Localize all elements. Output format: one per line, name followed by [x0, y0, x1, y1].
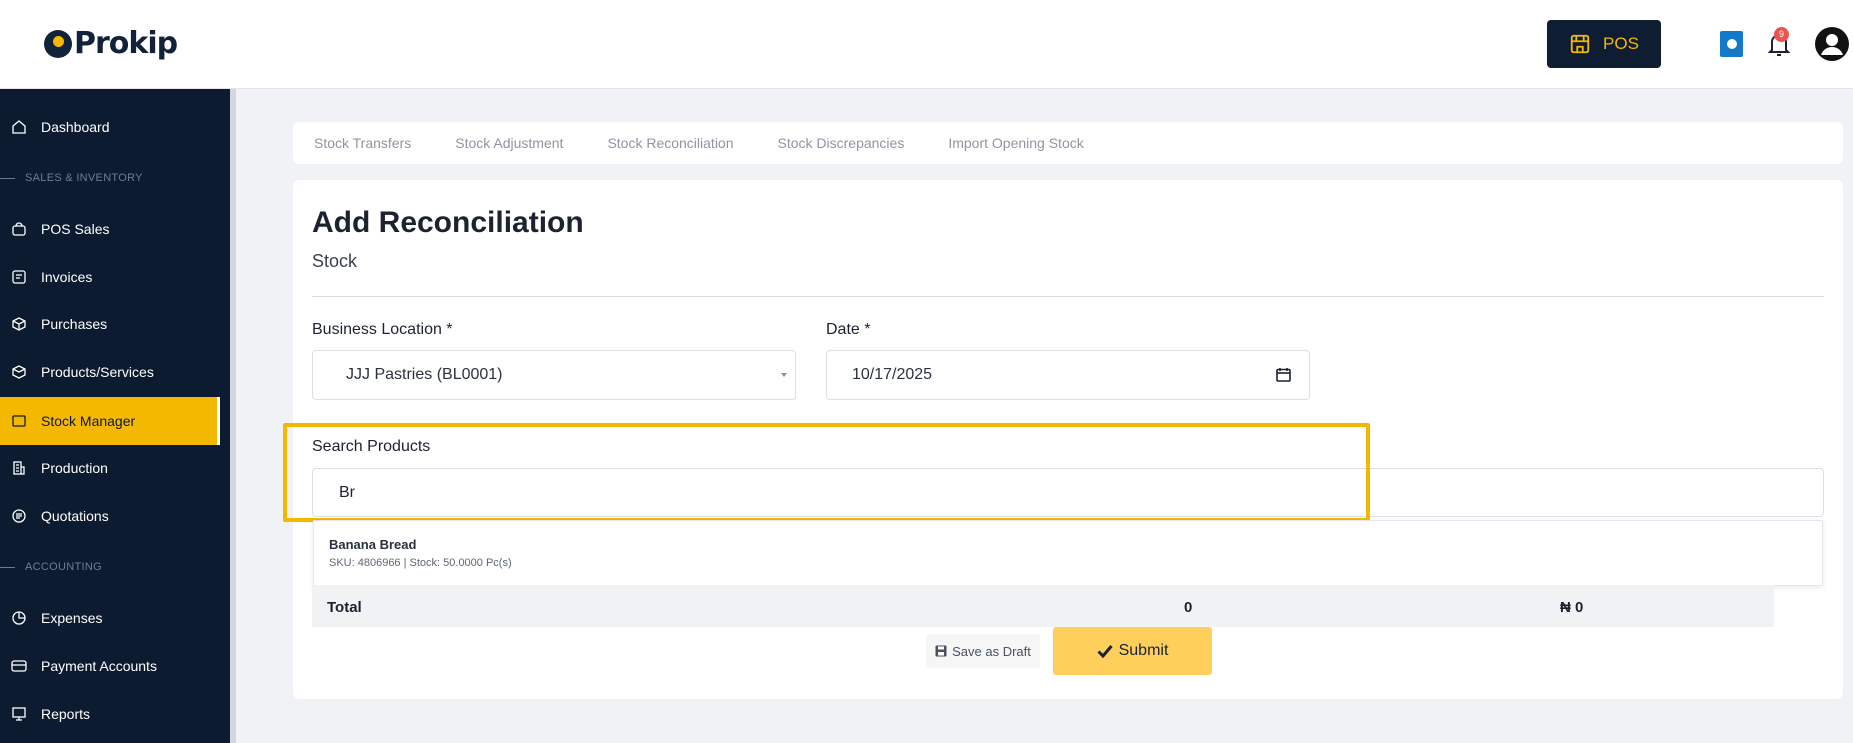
- date-label: Date *: [826, 321, 871, 338]
- date-input[interactable]: 10/17/2025: [826, 350, 1310, 400]
- save-as-draft-label: Save as Draft: [952, 643, 1031, 659]
- business-location-value: JJJ Pastries (BL0001): [346, 366, 503, 383]
- folder-icon: [11, 413, 27, 429]
- submit-label: Submit: [1118, 642, 1169, 659]
- tab-import-opening-stock[interactable]: Import Opening Stock: [948, 135, 1083, 151]
- tab-stock-transfers[interactable]: Stock Transfers: [314, 135, 411, 151]
- tab-stock-reconciliation[interactable]: Stock Reconciliation: [607, 135, 733, 151]
- search-products-label: Search Products: [312, 438, 431, 455]
- submit-button[interactable]: Submit: [1053, 627, 1212, 675]
- prokip-logo[interactable]: Prokip: [44, 26, 178, 61]
- cube-icon: [11, 364, 27, 380]
- sidebar-item-label: Expenses: [41, 610, 103, 626]
- pos-button[interactable]: POS: [1547, 20, 1661, 68]
- sidebar-item-label: Products/Services: [41, 364, 154, 380]
- sidebar-item-purchases[interactable]: Purchases: [0, 300, 220, 348]
- pie-icon: [11, 610, 27, 626]
- sidebar-item-invoices[interactable]: Invoices: [0, 253, 220, 301]
- top-header: Prokip POS 9: [0, 0, 1853, 89]
- business-location-label: Business Location *: [312, 321, 453, 338]
- sidebar-item-stock-manager[interactable]: Stock Manager: [0, 397, 220, 445]
- logo-mark-icon: [44, 29, 72, 58]
- sidebar-item-quotations[interactable]: Quotations: [0, 492, 220, 540]
- card-icon: [11, 658, 27, 674]
- sidebar-item-label: Dashboard: [41, 119, 110, 135]
- box-icon: [11, 316, 27, 332]
- save-icon: [935, 645, 947, 657]
- invoice-icon: [11, 269, 27, 285]
- logo-text: Prokip: [74, 26, 178, 61]
- sidebar-item-label: Purchases: [41, 316, 108, 332]
- sidebar-item-expenses[interactable]: Expenses: [0, 594, 220, 642]
- sidebar-section-sales: SALES & INVENTORY: [0, 172, 143, 184]
- sidebar-item-label: Quotations: [41, 508, 109, 524]
- divider: [312, 296, 1824, 297]
- sidebar-item-payment-accounts[interactable]: Payment Accounts: [0, 642, 220, 690]
- page-subtitle: Stock: [312, 251, 358, 271]
- building-icon: [11, 460, 27, 476]
- save-as-draft-button[interactable]: Save as Draft: [926, 634, 1040, 668]
- pos-button-label: POS: [1603, 34, 1639, 53]
- search-products-input[interactable]: Br: [312, 468, 1824, 517]
- presentation-icon: [11, 706, 27, 722]
- total-amount: ₦ 0: [1560, 599, 1584, 616]
- store-icon: [1570, 34, 1590, 54]
- tab-stock-discrepancies[interactable]: Stock Discrepancies: [778, 135, 905, 151]
- stock-tabs: Stock Transfers Stock Adjustment Stock R…: [293, 122, 1843, 164]
- sidebar-item-label: POS Sales: [41, 221, 110, 237]
- sidebar-item-label: Production: [41, 460, 108, 476]
- page-title: Add Reconciliation: [312, 206, 584, 239]
- user-avatar-icon[interactable]: [1815, 27, 1849, 61]
- download-icon[interactable]: [1720, 31, 1743, 57]
- sidebar-item-production[interactable]: Production: [0, 444, 220, 492]
- suggestion-meta: SKU: 4806966 | Stock: 50.0000 Pc(s): [329, 557, 512, 569]
- sidebar-item-label: Stock Manager: [41, 413, 136, 429]
- sidebar-item-dashboard[interactable]: Dashboard: [0, 103, 220, 151]
- total-label: Total: [327, 599, 362, 616]
- total-row: Total 0 ₦ 0: [312, 585, 1774, 627]
- sidebar-item-pos-sales[interactable]: POS Sales: [0, 205, 220, 253]
- date-value: 10/17/2025: [852, 366, 933, 383]
- sidebar-item-products[interactable]: Products/Services: [0, 348, 220, 396]
- check-icon: [1097, 645, 1113, 658]
- sidebar-item-label: Reports: [41, 706, 91, 722]
- sidebar-item-reports[interactable]: Reports: [0, 690, 220, 738]
- total-quantity: 0: [1184, 599, 1193, 616]
- sidebar-item-label: Payment Accounts: [41, 658, 157, 674]
- search-products-value: Br: [339, 483, 355, 501]
- sidebar-item-label: Invoices: [41, 269, 93, 285]
- tab-stock-adjustment[interactable]: Stock Adjustment: [455, 135, 563, 151]
- home-icon: [11, 119, 27, 135]
- notification-badge: 9: [1774, 27, 1789, 42]
- caret-down-icon: [781, 373, 787, 377]
- business-location-select[interactable]: JJJ Pastries (BL0001): [312, 350, 796, 400]
- search-suggestions: Banana Bread SKU: 4806966 | Stock: 50.00…: [313, 520, 1823, 586]
- calendar-icon[interactable]: [1276, 367, 1291, 382]
- sidebar-section-accounting: ACCOUNTING: [0, 561, 102, 573]
- sidebar-scrollbar[interactable]: [230, 89, 236, 743]
- bag-icon: [11, 221, 27, 237]
- suggestion-name: Banana Bread: [329, 537, 417, 552]
- list-icon: [11, 508, 27, 524]
